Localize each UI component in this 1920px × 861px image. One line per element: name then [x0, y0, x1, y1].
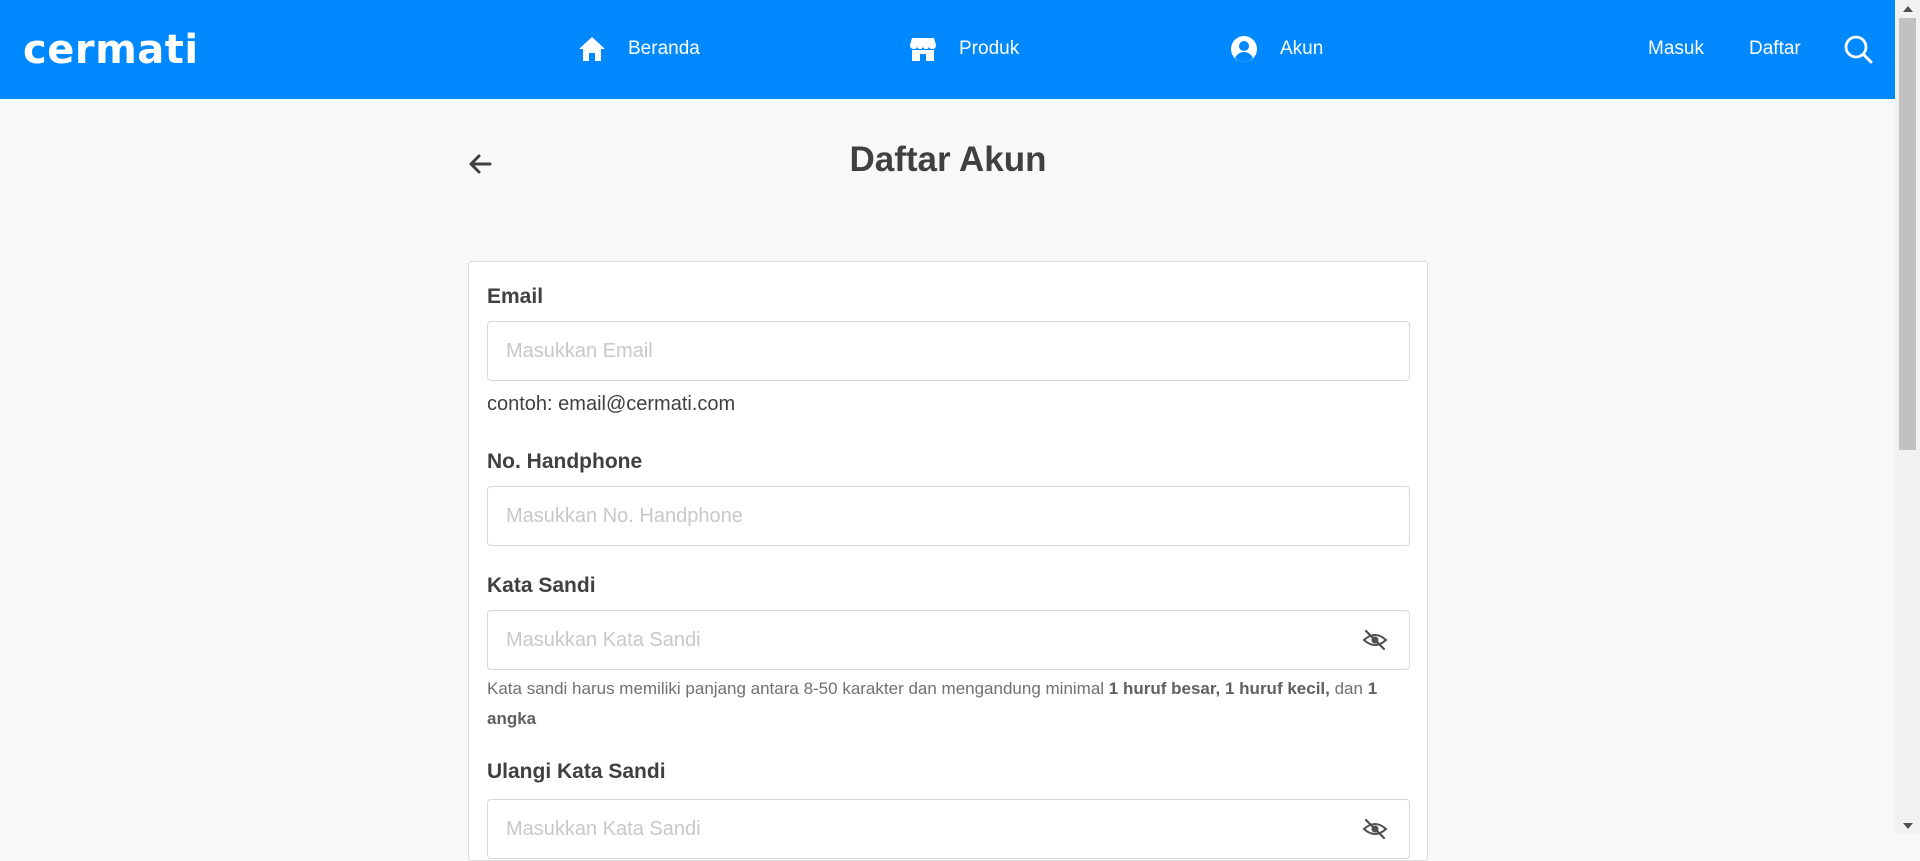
daftar-link[interactable]: Daftar	[1749, 30, 1801, 68]
scrollbar-thumb[interactable]	[1899, 18, 1916, 450]
page-title: Daftar Akun	[849, 140, 1047, 179]
confirm-password-label: Ulangi Kata Sandi	[487, 760, 666, 783]
nav-item-label: Akun	[1280, 38, 1324, 59]
confirm-password-field[interactable]	[487, 799, 1410, 859]
page-scrollbar[interactable]	[1895, 0, 1920, 834]
home-icon	[577, 34, 607, 64]
nav-item-beranda[interactable]: Beranda	[577, 30, 700, 68]
masuk-link[interactable]: Masuk	[1648, 30, 1704, 68]
scroll-up-arrow-icon[interactable]	[1895, 0, 1920, 17]
nav-item-produk[interactable]: Produk	[908, 30, 1019, 68]
password-field[interactable]	[487, 610, 1410, 670]
email-label: Email	[487, 285, 544, 308]
phone-field[interactable]	[487, 486, 1410, 546]
confirm-password-input-wrapper	[487, 799, 1410, 859]
eye-slash-icon[interactable]	[1362, 816, 1388, 842]
password-label: Kata Sandi	[487, 574, 596, 597]
top-navbar: cermati Beranda Produk Akun Masuk Daftar	[0, 0, 1895, 99]
user-circle-icon	[1229, 34, 1259, 64]
phone-label: No. Handphone	[487, 450, 643, 473]
register-form-card: Email contoh: email@cermati.com No. Hand…	[468, 261, 1428, 861]
email-field[interactable]	[487, 321, 1410, 381]
password-hint-bold: 1 huruf besar, 1 huruf kecil,	[1108, 679, 1330, 698]
cermati-logo[interactable]: cermati	[23, 26, 199, 74]
scroll-down-arrow-icon[interactable]	[1895, 817, 1920, 834]
password-input-wrapper	[487, 610, 1410, 670]
password-hint-text: Kata sandi harus memiliki panjang antara…	[487, 679, 1109, 698]
password-hint: Kata sandi harus memiliki panjang antara…	[487, 674, 1410, 734]
password-hint-text: dan	[1329, 679, 1368, 698]
nav-item-akun[interactable]: Akun	[1229, 30, 1323, 68]
search-icon[interactable]	[1843, 34, 1873, 64]
nav-item-label: Produk	[959, 38, 1020, 59]
store-icon	[908, 34, 938, 64]
email-hint: contoh: email@cermati.com	[487, 393, 736, 415]
nav-item-label: Beranda	[628, 38, 700, 59]
eye-slash-icon[interactable]	[1362, 627, 1388, 653]
